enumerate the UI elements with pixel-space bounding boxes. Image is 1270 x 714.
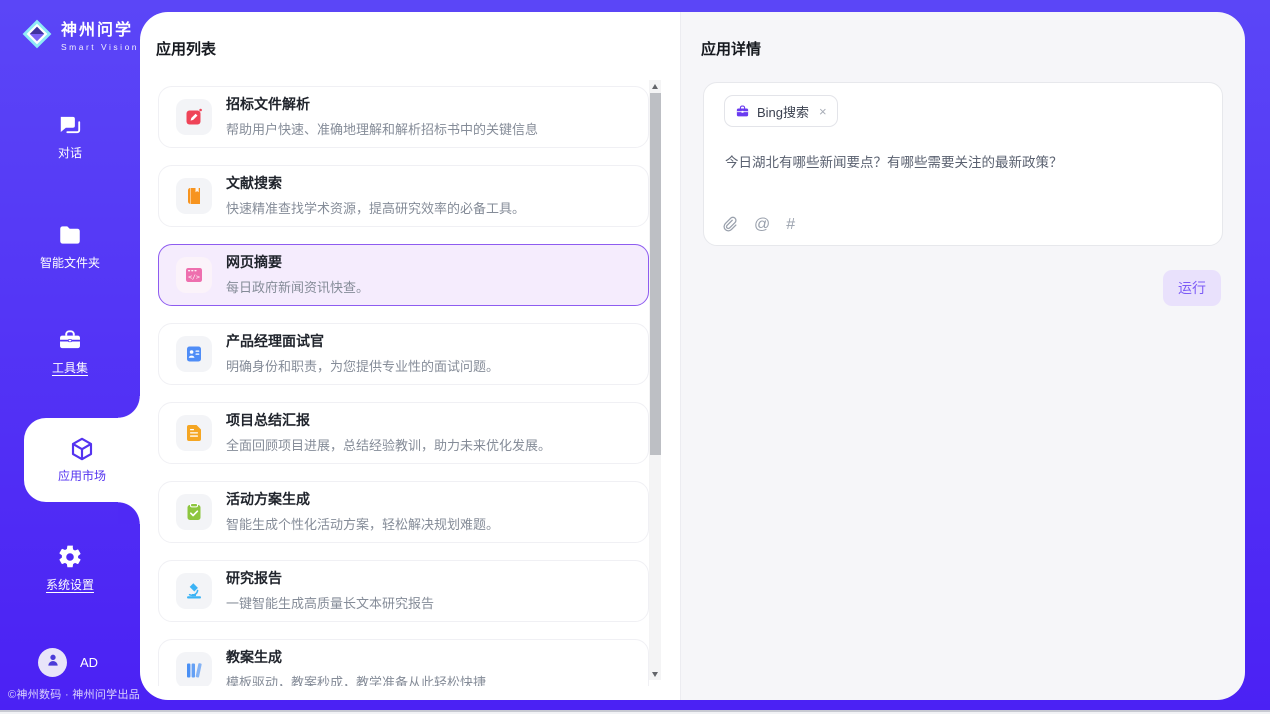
clipboard-check-icon <box>176 494 212 530</box>
app-item-desc: 全面回顾项目进展，总结经验教训，助力未来优化发展。 <box>226 435 551 454</box>
app-item-desc: 帮助用户快速、准确地理解和解析招标书中的关键信息 <box>226 119 538 138</box>
app-window: 神州问学 Smart Vision 对话 智能文件夹 工具集 应用市场 系统设置… <box>0 0 1270 714</box>
app-list-item[interactable]: 教案生成 模板驱动，教案秒成，教学准备从此轻松快捷 <box>158 639 649 686</box>
report-icon <box>176 415 212 451</box>
app-list: 招标文件解析 帮助用户快速、准确地理解和解析招标书中的关键信息 文献搜索 快速精… <box>158 80 649 686</box>
app-item-title: 活动方案生成 <box>226 491 499 508</box>
app-list-item[interactable]: 招标文件解析 帮助用户快速、准确地理解和解析招标书中的关键信息 <box>158 86 649 148</box>
tool-chip-label: Bing搜索 <box>757 102 809 121</box>
toolbox-icon <box>57 327 83 353</box>
copyright-footer: ©神州数码 · 神州问学出品 <box>8 686 140 702</box>
app-list-viewport: 招标文件解析 帮助用户快速、准确地理解和解析招标书中的关键信息 文献搜索 快速精… <box>158 80 649 686</box>
app-item-title: 产品经理面试官 <box>226 333 499 350</box>
scrollbar-down-arrow[interactable] <box>649 668 661 680</box>
sidebar-item-system-settings[interactable]: 系统设置 <box>0 544 140 593</box>
sidebar-item-label: 对话 <box>58 144 82 161</box>
prompt-text[interactable]: 今日湖北有哪些新闻要点？有哪些需要关注的最新政策？ <box>725 151 1202 171</box>
app-item-title: 研究报告 <box>226 570 434 587</box>
svg-text:</>: </> <box>188 273 200 281</box>
brand-logo: 神州问学 Smart Vision <box>21 16 139 52</box>
app-list-item[interactable]: 产品经理面试官 明确身份和职责，为您提供专业性的面试问题。 <box>158 323 649 385</box>
chat-icon <box>57 112 83 138</box>
app-item-desc: 一键智能生成高质量长文本研究报告 <box>226 593 434 612</box>
sidebar-item-chat[interactable]: 对话 <box>0 112 140 161</box>
sidebar-item-label: 系统设置 <box>46 576 94 593</box>
sidebar-item-label: 应用市场 <box>58 467 106 484</box>
app-item-title: 网页摘要 <box>226 254 369 271</box>
scrollbar-up-arrow[interactable] <box>649 80 661 92</box>
app-list-item[interactable]: 文献搜索 快速精准查找学术资源，提高研究效率的必备工具。 <box>158 165 649 227</box>
user-label: AD <box>80 655 98 670</box>
window-bottom-edge <box>0 710 1270 714</box>
app-list-item[interactable]: 研究报告 一键智能生成高质量长文本研究报告 <box>158 560 649 622</box>
user-account[interactable]: AD <box>38 648 98 677</box>
app-item-desc: 每日政府新闻资讯快查。 <box>226 277 369 296</box>
app-item-title: 招标文件解析 <box>226 96 538 113</box>
book-icon <box>176 178 212 214</box>
doc-edit-icon <box>176 99 212 135</box>
paperclip-icon[interactable] <box>721 216 738 233</box>
prompt-input-card[interactable]: Bing搜索 × 今日湖北有哪些新闻要点？有哪些需要关注的最新政策？ @ # <box>703 82 1223 246</box>
sidebar-item-label: 工具集 <box>52 359 88 376</box>
app-item-title: 项目总结汇报 <box>226 412 551 429</box>
browser-code-icon: </> <box>176 257 212 293</box>
cube-icon <box>69 436 95 462</box>
folder-icon <box>57 222 83 248</box>
brand-name: 神州问学 <box>61 16 139 40</box>
tool-chip-bing-search[interactable]: Bing搜索 × <box>724 95 838 127</box>
avatar <box>38 648 67 677</box>
app-list-panel: 应用列表 招标文件解析 帮助用户快速、准确地理解和解析招标书中的关键信息 文献搜… <box>140 12 680 700</box>
composer-toolbar: @ # <box>721 216 795 233</box>
app-list-item[interactable]: 项目总结汇报 全面回顾项目进展，总结经验教训，助力未来优化发展。 <box>158 402 649 464</box>
app-item-desc: 明确身份和职责，为您提供专业性的面试问题。 <box>226 356 499 375</box>
run-button[interactable]: 运行 <box>1163 270 1221 306</box>
app-frame: 神州问学 Smart Vision 对话 智能文件夹 工具集 应用市场 系统设置… <box>0 0 1270 710</box>
app-detail-title: 应用详情 <box>701 38 761 59</box>
app-list-title: 应用列表 <box>156 38 216 59</box>
sidebar-item-toolset[interactable]: 工具集 <box>0 327 140 376</box>
briefcase-icon <box>735 104 750 119</box>
books-icon <box>176 652 212 686</box>
app-item-desc: 智能生成个性化活动方案，轻松解决规划难题。 <box>226 514 499 533</box>
brand-subtitle: Smart Vision <box>61 42 139 52</box>
at-icon[interactable]: @ <box>754 217 770 233</box>
app-item-desc: 快速精准查找学术资源，提高研究效率的必备工具。 <box>226 198 525 217</box>
sidebar-item-smart-folder[interactable]: 智能文件夹 <box>0 222 140 271</box>
close-icon[interactable]: × <box>819 104 827 119</box>
microscope-icon <box>176 573 212 609</box>
app-item-title: 文献搜索 <box>226 175 525 192</box>
person-icon <box>45 652 61 673</box>
diamond-logo-icon <box>21 18 53 50</box>
app-list-item[interactable]: 活动方案生成 智能生成个性化活动方案，轻松解决规划难题。 <box>158 481 649 543</box>
hash-icon[interactable]: # <box>786 217 795 233</box>
app-list-scrollbar[interactable] <box>649 80 661 680</box>
scrollbar-thumb[interactable] <box>650 93 661 455</box>
app-item-title: 教案生成 <box>226 649 486 666</box>
app-list-item[interactable]: </> 网页摘要 每日政府新闻资讯快查。 <box>158 244 649 306</box>
app-detail-panel: 应用详情 Bing搜索 × 今日湖北有哪些新闻要点？有哪些需要关注的最新政策？ … <box>680 12 1245 700</box>
resume-icon <box>176 336 212 372</box>
gear-icon <box>57 544 83 570</box>
sidebar-item-label: 智能文件夹 <box>40 254 100 271</box>
sidebar-item-app-market[interactable]: 应用市场 <box>24 418 140 502</box>
app-item-desc: 模板驱动，教案秒成，教学准备从此轻松快捷 <box>226 672 486 686</box>
